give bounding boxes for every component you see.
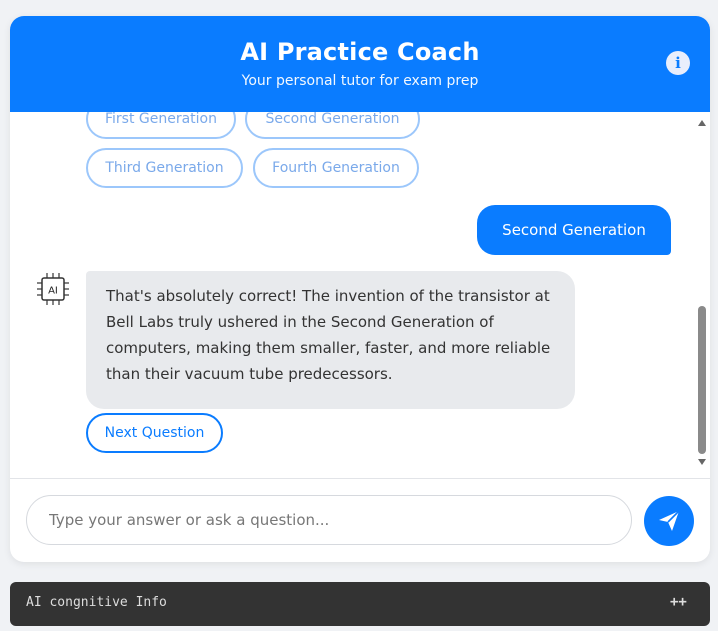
chat-messages[interactable]: First Generation Second Generation Third… (10, 112, 710, 478)
user-message: Second Generation (477, 205, 671, 255)
message-input-container[interactable] (26, 495, 632, 545)
cognitive-info-bar[interactable]: AI congnitive Info ++ (10, 582, 710, 626)
app-title: AI Practice Coach (240, 38, 480, 66)
avatar-label: AI (48, 286, 58, 297)
option-second-generation[interactable]: Second Generation (245, 112, 420, 139)
scrollbar-thumb[interactable] (698, 306, 706, 454)
ai-chip-icon: AI (34, 272, 74, 308)
cognitive-info-label: AI congnitive Info (26, 595, 167, 610)
paper-plane-icon (659, 510, 680, 531)
info-icon[interactable]: i (666, 51, 690, 75)
option-third-generation[interactable]: Third Generation (86, 148, 243, 188)
chat-window: AI Practice Coach Your personal tutor fo… (10, 16, 710, 562)
scroll-up-arrow[interactable] (698, 120, 706, 126)
composer-divider (10, 478, 710, 479)
expand-toggle[interactable]: ++ (670, 594, 687, 610)
bot-message: That's absolutely correct! The invention… (86, 271, 575, 409)
option-fourth-generation[interactable]: Fourth Generation (253, 148, 419, 188)
send-button[interactable] (644, 496, 694, 546)
next-question-button[interactable]: Next Question (86, 413, 223, 453)
scroll-down-arrow[interactable] (698, 459, 706, 465)
chat-header: AI Practice Coach Your personal tutor fo… (10, 16, 710, 112)
app-subtitle: Your personal tutor for exam prep (241, 73, 479, 89)
message-input[interactable] (47, 496, 611, 544)
option-first-generation[interactable]: First Generation (86, 112, 236, 139)
